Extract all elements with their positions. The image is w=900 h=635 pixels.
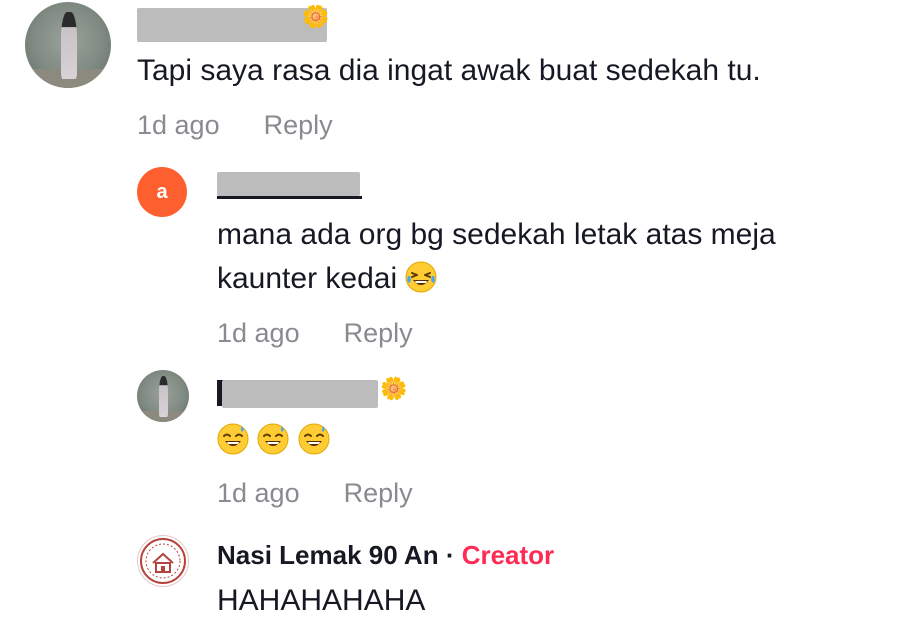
reply-item: Nasi Lemak 90 An · Creator HAHAHAHAHA [0,0,900,635]
comment-text: HAHAHAHAHA [217,584,426,617]
creator-avatar[interactable] [137,535,189,587]
username[interactable]: Nasi Lemak 90 An [217,540,439,570]
creator-username-line: Nasi Lemak 90 An · Creator [217,540,554,571]
creator-badge: Creator [461,540,555,570]
separator: · [438,540,462,570]
creator-logo-icon [140,538,186,584]
